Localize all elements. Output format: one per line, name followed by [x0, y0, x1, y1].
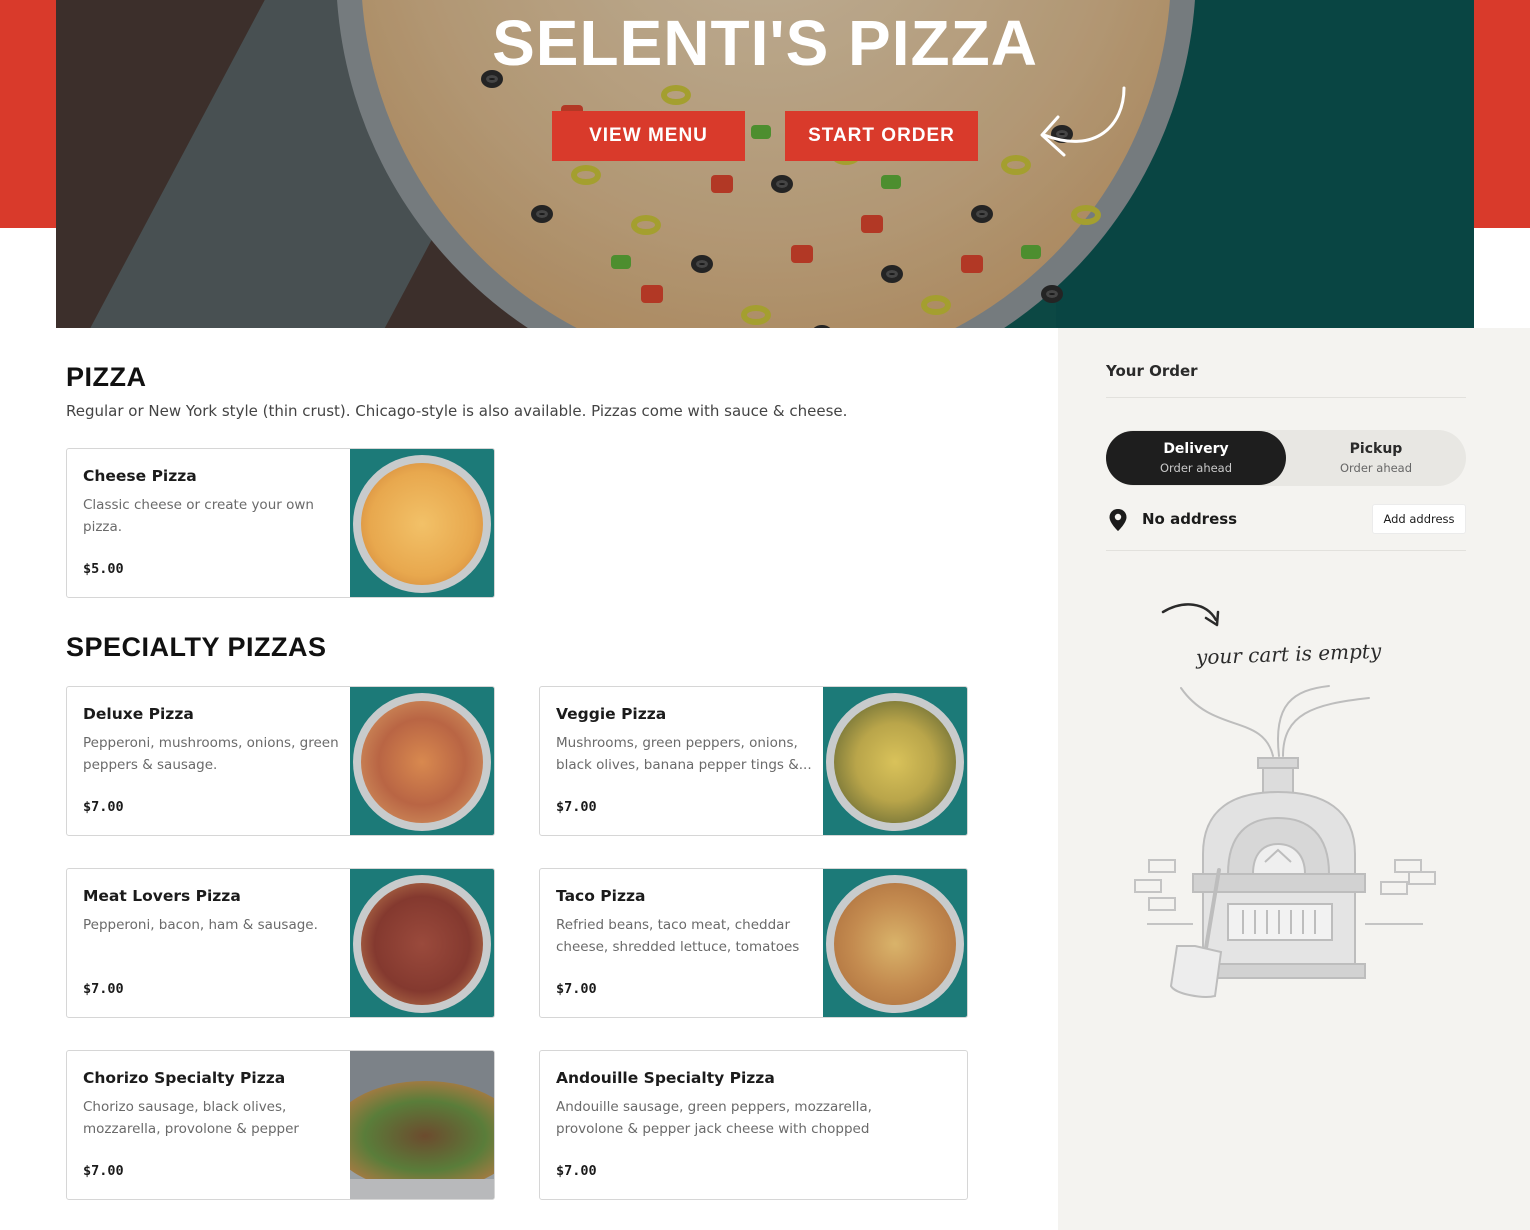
section-description-pizza: Regular or New York style (thin crust). …: [66, 402, 848, 420]
menu-item-cheese-pizza[interactable]: Cheese Pizza Classic cheese or create yo…: [66, 448, 495, 598]
menu-item-description: Andouille sausage, green peppers, mozzar…: [556, 1099, 872, 1137]
menu-item-description: Pepperoni, bacon, ham & sausage.: [83, 917, 318, 933]
menu-item-name: Meat Lovers Pizza: [83, 887, 241, 905]
empty-cart-text: your cart is empty: [1195, 638, 1382, 670]
view-menu-button[interactable]: VIEW MENU: [552, 111, 745, 161]
menu-item-description: Chorizo sausage, black olives, mozzarell…: [83, 1099, 299, 1137]
order-sidebar: Your Order Delivery Order ahead Pickup O…: [1058, 328, 1530, 1230]
menu-item-image: [350, 1051, 494, 1199]
menu-item-image: [350, 449, 494, 597]
menu-item-image: [823, 869, 967, 1017]
address-text: No address: [1142, 510, 1238, 528]
menu-item-name: Cheese Pizza: [83, 467, 197, 485]
menu-item-description: Refried beans, taco meat, cheddar cheese…: [556, 917, 800, 955]
menu-item-name: Chorizo Specialty Pizza: [83, 1069, 286, 1087]
hand-drawn-arrow-icon: [1161, 603, 1220, 627]
delivery-sublabel: Order ahead: [1159, 461, 1233, 475]
hand-drawn-arrow-icon: [1040, 86, 1126, 157]
start-order-button[interactable]: START ORDER: [785, 111, 978, 161]
delivery-option[interactable]: Delivery Order ahead: [1106, 431, 1286, 485]
menu-item-price: $7.00: [556, 799, 597, 815]
section-title-pizza: PIZZA: [66, 362, 147, 392]
hero-banner: SELENTI'S PIZZA VIEW MENU START ORDER: [56, 0, 1474, 328]
menu-item-price: $7.00: [83, 1163, 124, 1179]
menu-item-name: Taco Pizza: [556, 887, 646, 905]
menu-item-name: Andouille Specialty Pizza: [556, 1069, 775, 1087]
menu-item-name: Deluxe Pizza: [83, 705, 194, 723]
hero-title: SELENTI'S PIZZA: [492, 7, 1038, 79]
divider: [1106, 397, 1466, 398]
menu-item-description: Classic cheese or create your own pizza.: [83, 497, 314, 535]
menu-item-andouille-pizza[interactable]: Andouille Specialty Pizza Andouille saus…: [539, 1050, 968, 1200]
menu-item-taco-pizza[interactable]: Taco Pizza Refried beans, taco meat, che…: [539, 868, 968, 1018]
pickup-option[interactable]: Pickup Order ahead: [1286, 431, 1466, 485]
menu-item-price: $7.00: [556, 981, 597, 997]
menu-item-deluxe-pizza[interactable]: Deluxe Pizza Pepperoni, mushrooms, onion…: [66, 686, 495, 836]
location-pin-icon: [1109, 509, 1127, 531]
fulfillment-toggle: Delivery Order ahead Pickup Order ahead: [1106, 430, 1466, 486]
menu-item-veggie-pizza[interactable]: Veggie Pizza Mushrooms, green peppers, o…: [539, 686, 968, 836]
menu-item-price: $7.00: [556, 1163, 597, 1179]
menu-item-description: Pepperoni, mushrooms, onions, green pepp…: [83, 735, 339, 773]
pizza-oven-illustration: [1134, 685, 1436, 998]
menu-item-chorizo-pizza[interactable]: Chorizo Specialty Pizza Chorizo sausage,…: [66, 1050, 495, 1200]
section-title-specialty: SPECIALTY PIZZAS: [66, 632, 327, 662]
menu-item-name: Veggie Pizza: [556, 705, 667, 723]
order-title: Your Order: [1106, 362, 1198, 380]
divider: [1106, 550, 1466, 551]
menu-item-image: [350, 869, 494, 1017]
menu-item-price: $7.00: [83, 981, 124, 997]
menu-item-price: $5.00: [83, 561, 124, 577]
delivery-label: Delivery: [1163, 441, 1229, 457]
menu-item-meat-lovers-pizza[interactable]: Meat Lovers Pizza Pepperoni, bacon, ham …: [66, 868, 495, 1018]
pickup-sublabel: Order ahead: [1339, 461, 1413, 475]
menu-item-price: $7.00: [83, 799, 124, 815]
menu-item-description: Mushrooms, green peppers, onions, black …: [556, 735, 812, 773]
menu-item-image: [823, 687, 967, 835]
pickup-label: Pickup: [1349, 441, 1403, 457]
add-address-button[interactable]: Add address: [1372, 504, 1466, 534]
menu-item-image: [350, 687, 494, 835]
